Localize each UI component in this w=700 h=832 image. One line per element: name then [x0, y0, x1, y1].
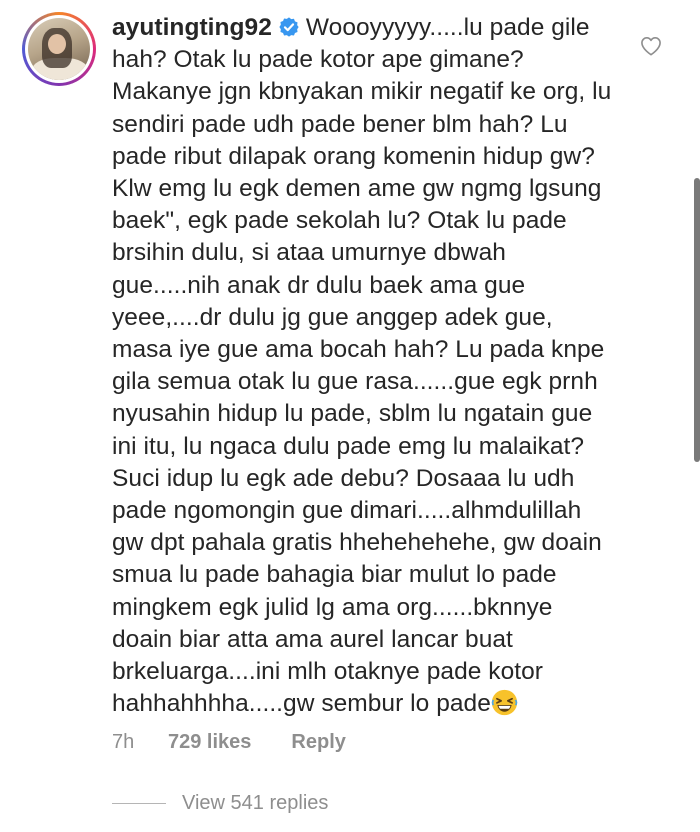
reply-button[interactable]: Reply	[291, 729, 345, 755]
view-replies-button[interactable]: View 541 replies	[112, 790, 328, 816]
comment-meta: 7h 729 likes Reply	[112, 729, 346, 755]
comment-item: ayutingting92 Woooyyyyy.....lu pade gile …	[0, 0, 700, 832]
avatar[interactable]	[22, 12, 96, 86]
likes-count[interactable]: 729 likes	[168, 729, 251, 755]
replies-divider	[112, 802, 166, 804]
comment-username[interactable]: ayutingting92	[112, 14, 272, 41]
heart-outline-icon[interactable]	[640, 36, 662, 56]
view-replies-label: View 541 replies	[182, 791, 329, 814]
comment-timestamp: 7h	[112, 731, 135, 753]
verified-badge-icon	[279, 17, 299, 37]
scrollbar[interactable]	[694, 178, 700, 462]
grinning-squinting-face-icon	[491, 690, 518, 716]
avatar-border	[25, 15, 93, 83]
comment-text: Woooyyyyy.....lu pade gile hah? Otak lu …	[112, 14, 612, 718]
avatar-image	[28, 18, 90, 80]
comment-body: ayutingting92 Woooyyyyy.....lu pade gile …	[112, 12, 612, 720]
